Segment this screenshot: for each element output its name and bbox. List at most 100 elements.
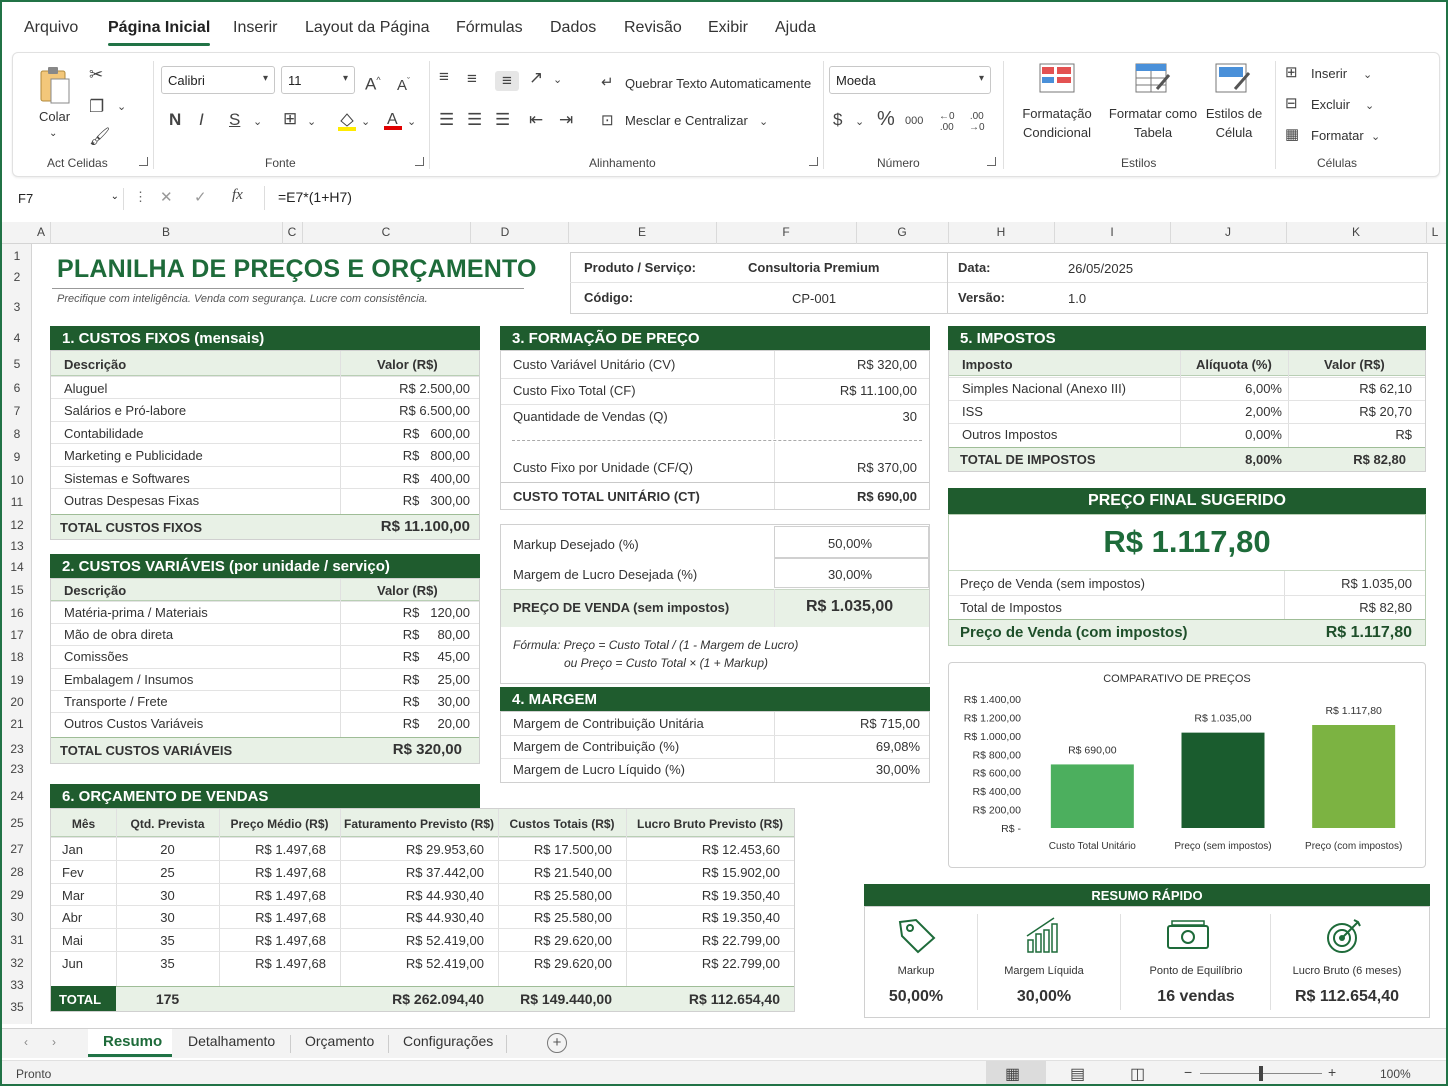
- variaveis-row-value[interactable]: R$ 25,00: [342, 672, 470, 687]
- final-row-value[interactable]: R$ 82,80: [1292, 600, 1412, 615]
- cfq-value[interactable]: R$ 370,00: [782, 460, 917, 475]
- orcamento-cell[interactable]: R$ 21.540,00: [498, 865, 612, 880]
- row-header[interactable]: 21: [2, 717, 32, 731]
- row-header[interactable]: 20: [2, 695, 32, 709]
- conditional-format-button[interactable]: Formatação Condicional: [1021, 104, 1093, 142]
- tab-arquivo[interactable]: Arquivo: [24, 19, 78, 37]
- orcamento-cell[interactable]: R$ 29.620,00: [498, 933, 612, 948]
- tab-layout[interactable]: Layout da Página: [305, 19, 430, 37]
- orcamento-cell[interactable]: R$ 52.419,00: [340, 956, 484, 971]
- row-header[interactable]: 17: [2, 628, 32, 642]
- row-header[interactable]: 25: [2, 816, 32, 830]
- resumo-item-value[interactable]: 30,00%: [964, 988, 1124, 1006]
- row-header[interactable]: 23: [2, 762, 32, 776]
- alignment-launcher-icon[interactable]: [809, 157, 818, 166]
- tab-revisao[interactable]: Revisão: [624, 19, 682, 37]
- align-right-icon[interactable]: ☰: [495, 110, 510, 130]
- shrink-font-icon[interactable]: Aˇ: [397, 71, 410, 96]
- orcamento-cell[interactable]: Fev: [62, 865, 84, 880]
- tab-dados[interactable]: Dados: [550, 19, 596, 37]
- imposto-row-valor[interactable]: R$: [1292, 427, 1412, 442]
- merge-icon[interactable]: ⊡: [601, 111, 614, 131]
- fill-color-icon[interactable]: [337, 111, 357, 131]
- orcamento-cell[interactable]: R$ 1.497,68: [219, 888, 326, 903]
- orientation-icon[interactable]: ↗: [529, 68, 543, 88]
- orcamento-cell[interactable]: 35: [116, 956, 219, 971]
- wrap-text-button[interactable]: Quebrar Texto Automaticamente: [625, 74, 811, 93]
- conditional-format-icon[interactable]: [1039, 63, 1075, 95]
- formacao-row-value[interactable]: R$ 320,00: [782, 357, 917, 372]
- orcamento-total-value[interactable]: R$ 149.440,00: [498, 991, 612, 1007]
- formula-input[interactable]: =E7*(1+H7): [278, 189, 352, 205]
- chevron-down-icon[interactable]: ⌄: [759, 112, 768, 132]
- variaveis-row-value[interactable]: R$ 80,00: [342, 627, 470, 642]
- variaveis-row-value[interactable]: R$ 20,00: [342, 716, 470, 731]
- variaveis-row-value[interactable]: R$ 45,00: [342, 649, 470, 664]
- col-header[interactable]: J: [1170, 225, 1286, 239]
- row-header[interactable]: 24: [2, 789, 32, 803]
- align-left-icon[interactable]: ☰: [439, 110, 454, 130]
- orcamento-cell[interactable]: R$ 44.930,40: [340, 910, 484, 925]
- variaveis-row-value[interactable]: R$ 30,00: [342, 694, 470, 709]
- decrease-indent-icon[interactable]: ⇤: [529, 110, 543, 130]
- versao-value[interactable]: 1.0: [1068, 291, 1086, 306]
- tab-formulas[interactable]: Fórmulas: [456, 19, 523, 37]
- row-header[interactable]: 1: [2, 249, 32, 263]
- margem-row-value[interactable]: 69,08%: [782, 739, 920, 754]
- orcamento-cell[interactable]: Jun: [62, 956, 83, 971]
- font-launcher-icon[interactable]: [415, 157, 424, 166]
- chevron-down-icon[interactable]: ⌄: [1363, 65, 1372, 85]
- col-header[interactable]: C: [302, 225, 470, 239]
- zoom-slider-thumb[interactable]: [1259, 1066, 1263, 1081]
- zoom-level[interactable]: 100%: [1380, 1067, 1411, 1081]
- imposto-row-aliquota[interactable]: 0,00%: [1188, 427, 1282, 442]
- orcamento-cell[interactable]: Jan: [62, 842, 83, 857]
- orcamento-cell[interactable]: R$ 1.497,68: [219, 910, 326, 925]
- increase-indent-icon[interactable]: ⇥: [559, 110, 573, 130]
- orcamento-cell[interactable]: R$ 1.497,68: [219, 842, 326, 857]
- sheet-tab-configuracoes[interactable]: Configurações: [403, 1033, 493, 1049]
- underline-button[interactable]: S: [229, 110, 240, 130]
- chart-bar[interactable]: [1050, 764, 1134, 828]
- tab-ajuda[interactable]: Ajuda: [775, 19, 816, 37]
- chevron-down-icon[interactable]: ⌄: [307, 112, 316, 132]
- function-icon[interactable]: fx: [232, 187, 243, 204]
- fixos-row-value[interactable]: R$ 400,00: [342, 471, 470, 486]
- thousands-button[interactable]: 000: [905, 111, 923, 131]
- col-header[interactable]: E: [568, 225, 716, 239]
- col-header[interactable]: C: [282, 225, 302, 239]
- col-header[interactable]: I: [1054, 225, 1170, 239]
- orcamento-cell[interactable]: R$ 12.453,60: [626, 842, 780, 857]
- orcamento-cell[interactable]: R$ 52.419,00: [340, 933, 484, 948]
- format-painter-icon[interactable]: 🖌: [89, 127, 111, 147]
- orcamento-cell[interactable]: R$ 29.620,00: [498, 956, 612, 971]
- row-header[interactable]: 7: [2, 404, 32, 418]
- row-header[interactable]: 27: [2, 842, 32, 856]
- col-header[interactable]: D: [470, 225, 540, 239]
- paste-chevron-icon[interactable]: ⌄: [49, 124, 57, 143]
- orcamento-cell[interactable]: Abr: [62, 910, 82, 925]
- row-header[interactable]: 15: [2, 583, 32, 597]
- row-header[interactable]: 11: [2, 495, 32, 509]
- add-sheet-icon[interactable]: +: [547, 1033, 567, 1053]
- impostos-total-valor[interactable]: R$ 82,80: [1292, 452, 1406, 467]
- tab-pagina-inicial[interactable]: Página Inicial: [108, 19, 211, 46]
- increase-decimal-icon[interactable]: ←0.00: [939, 111, 955, 133]
- chevron-down-icon[interactable]: ⌄: [111, 191, 119, 202]
- chevron-down-icon[interactable]: ⌄: [407, 112, 416, 132]
- imposto-row-valor[interactable]: R$ 20,70: [1292, 404, 1412, 419]
- row-header[interactable]: 19: [2, 673, 32, 687]
- format-table-icon[interactable]: [1135, 63, 1171, 95]
- row-header[interactable]: 28: [2, 865, 32, 879]
- grow-font-icon[interactable]: A^: [365, 70, 381, 95]
- final-total-value[interactable]: R$ 1.117,80: [1292, 624, 1412, 642]
- insert-cells-icon[interactable]: ⊞: [1285, 63, 1298, 83]
- variaveis-row-value[interactable]: R$ 120,00: [342, 605, 470, 620]
- font-name-select[interactable]: Calibri ▾: [161, 66, 275, 94]
- preco-final-value[interactable]: R$ 1.117,80: [948, 524, 1426, 560]
- row-header[interactable]: 3: [2, 300, 32, 314]
- imposto-row-aliquota[interactable]: 6,00%: [1188, 381, 1282, 396]
- number-format-select[interactable]: Moeda ▾: [829, 66, 991, 94]
- row-header[interactable]: 35: [2, 1000, 32, 1014]
- orcamento-total-qtd[interactable]: 175: [116, 991, 219, 1007]
